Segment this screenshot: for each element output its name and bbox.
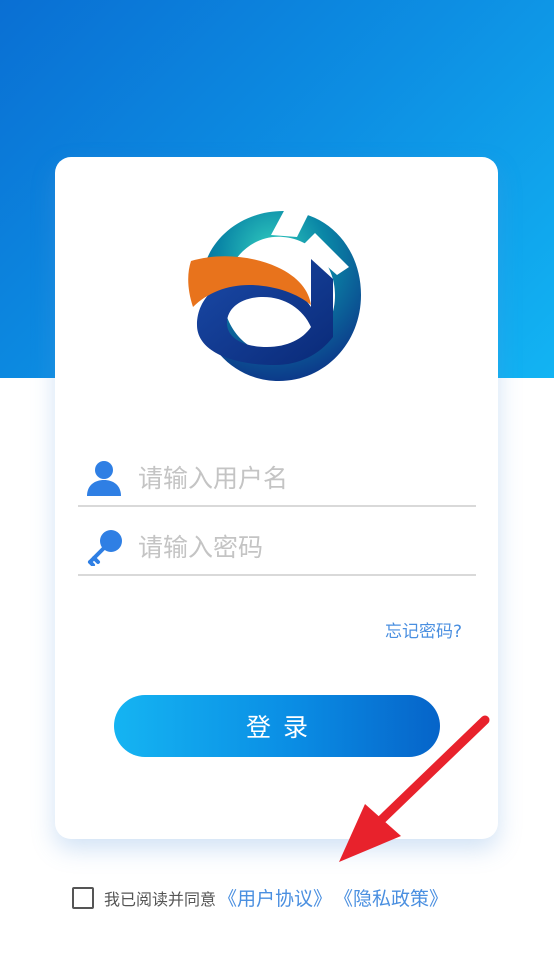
login-card: 忘记密码? 登录 bbox=[55, 157, 498, 862]
username-field-row bbox=[78, 451, 476, 507]
forgot-password-link[interactable]: 忘记密码? bbox=[385, 617, 462, 642]
agreement-checkbox[interactable] bbox=[72, 886, 94, 909]
user-agreement-link[interactable]: 《用户协议》 bbox=[218, 884, 332, 911]
company-logo-icon bbox=[188, 209, 361, 381]
login-button[interactable]: 登录 bbox=[114, 695, 440, 757]
privacy-policy-link[interactable]: 《隐私政策》 bbox=[334, 884, 448, 911]
password-field-row bbox=[78, 520, 476, 576]
agreement-row: 我已阅读并同意 《用户协议》 《隐私政策》 bbox=[72, 884, 448, 911]
agreement-text: 我已阅读并同意 bbox=[104, 889, 217, 909]
key-icon bbox=[80, 525, 128, 569]
username-input[interactable] bbox=[128, 456, 476, 500]
password-input[interactable] bbox=[128, 525, 476, 569]
login-page: 忘记密码? 登录 我已阅读并同意 《用户协议》 《隐私政策》 bbox=[0, 0, 554, 957]
user-icon bbox=[80, 456, 128, 500]
